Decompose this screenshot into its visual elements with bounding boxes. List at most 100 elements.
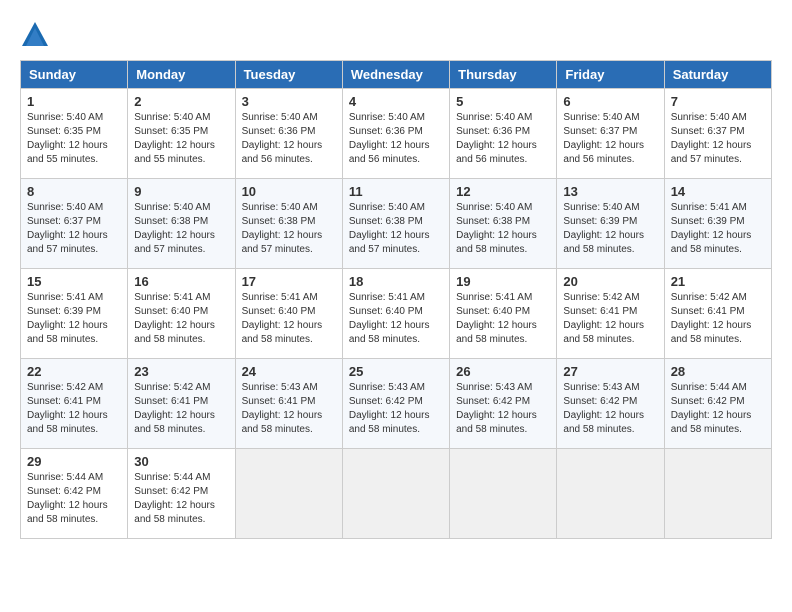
calendar-header-wednesday: Wednesday (342, 61, 449, 89)
day-number: 23 (134, 364, 228, 379)
day-details: Sunrise: 5:40 AMSunset: 6:37 PMDaylight:… (671, 112, 752, 165)
calendar-day-cell-20: 20 Sunrise: 5:42 AMSunset: 6:41 PMDayligh… (557, 269, 664, 359)
day-number: 15 (27, 274, 121, 289)
calendar-day-cell-13: 13 Sunrise: 5:40 AMSunset: 6:39 PMDayligh… (557, 179, 664, 269)
day-number: 8 (27, 184, 121, 199)
calendar-week-row-2: 8 Sunrise: 5:40 AMSunset: 6:37 PMDaylight… (21, 179, 772, 269)
day-details: Sunrise: 5:40 AMSunset: 6:39 PMDaylight:… (563, 202, 644, 255)
calendar-day-cell-25: 25Sunrise: 5:43 AMSunset: 6:42 PMDayligh… (342, 359, 449, 449)
day-details: Sunrise: 5:40 AMSunset: 6:35 PMDaylight:… (27, 112, 108, 165)
calendar-day-cell-21: 21 Sunrise: 5:42 AMSunset: 6:41 PMDayligh… (664, 269, 771, 359)
day-number: 14 (671, 184, 765, 199)
calendar-header-row: SundayMondayTuesdayWednesdayThursdayFrid… (21, 61, 772, 89)
day-details: Sunrise: 5:43 AMSunset: 6:42 PMDaylight:… (456, 382, 537, 435)
logo-icon (20, 20, 50, 50)
calendar-week-row-3: 15 Sunrise: 5:41 AMSunset: 6:39 PMDayligh… (21, 269, 772, 359)
calendar-empty-cell (557, 449, 664, 539)
calendar-day-cell-14: 14Sunrise: 5:41 AMSunset: 6:39 PMDayligh… (664, 179, 771, 269)
day-number: 27 (563, 364, 657, 379)
calendar-day-cell-15: 15 Sunrise: 5:41 AMSunset: 6:39 PMDayligh… (21, 269, 128, 359)
day-number: 18 (349, 274, 443, 289)
calendar-day-cell-2: 2 Sunrise: 5:40 AMSunset: 6:35 PMDaylight… (128, 89, 235, 179)
day-details: Sunrise: 5:43 AMSunset: 6:41 PMDaylight:… (242, 382, 323, 435)
day-number: 3 (242, 94, 336, 109)
day-number: 7 (671, 94, 765, 109)
day-number: 11 (349, 184, 443, 199)
day-details: Sunrise: 5:40 AMSunset: 6:36 PMDaylight:… (242, 112, 323, 165)
day-number: 17 (242, 274, 336, 289)
calendar-day-cell-6: 6 Sunrise: 5:40 AMSunset: 6:37 PMDaylight… (557, 89, 664, 179)
day-details: Sunrise: 5:40 AMSunset: 6:38 PMDaylight:… (349, 202, 430, 255)
day-number: 26 (456, 364, 550, 379)
day-details: Sunrise: 5:40 AMSunset: 6:38 PMDaylight:… (456, 202, 537, 255)
calendar-day-cell-16: 16Sunrise: 5:41 AMSunset: 6:40 PMDayligh… (128, 269, 235, 359)
day-details: Sunrise: 5:44 AMSunset: 6:42 PMDaylight:… (134, 472, 215, 525)
day-number: 24 (242, 364, 336, 379)
calendar-day-cell-19: 19 Sunrise: 5:41 AMSunset: 6:40 PMDayligh… (450, 269, 557, 359)
calendar-header-tuesday: Tuesday (235, 61, 342, 89)
calendar-day-cell-9: 9 Sunrise: 5:40 AMSunset: 6:38 PMDaylight… (128, 179, 235, 269)
calendar-table: SundayMondayTuesdayWednesdayThursdayFrid… (20, 60, 772, 539)
day-details: Sunrise: 5:43 AMSunset: 6:42 PMDaylight:… (563, 382, 644, 435)
day-details: Sunrise: 5:40 AMSunset: 6:36 PMDaylight:… (349, 112, 430, 165)
day-details: Sunrise: 5:44 AMSunset: 6:42 PMDaylight:… (27, 472, 108, 525)
day-details: Sunrise: 5:41 AMSunset: 6:40 PMDaylight:… (242, 292, 323, 345)
day-details: Sunrise: 5:43 AMSunset: 6:42 PMDaylight:… (349, 382, 430, 435)
day-number: 22 (27, 364, 121, 379)
day-number: 20 (563, 274, 657, 289)
day-number: 19 (456, 274, 550, 289)
calendar-day-cell-3: 3 Sunrise: 5:40 AMSunset: 6:36 PMDaylight… (235, 89, 342, 179)
day-details: Sunrise: 5:40 AMSunset: 6:38 PMDaylight:… (134, 202, 215, 255)
day-number: 28 (671, 364, 765, 379)
calendar-day-cell-8: 8 Sunrise: 5:40 AMSunset: 6:37 PMDaylight… (21, 179, 128, 269)
day-details: Sunrise: 5:41 AMSunset: 6:40 PMDaylight:… (134, 292, 215, 345)
calendar-day-cell-30: 30 Sunrise: 5:44 AMSunset: 6:42 PMDayligh… (128, 449, 235, 539)
calendar-day-cell-18: 18 Sunrise: 5:41 AMSunset: 6:40 PMDayligh… (342, 269, 449, 359)
calendar-day-cell-12: 12 Sunrise: 5:40 AMSunset: 6:38 PMDayligh… (450, 179, 557, 269)
day-details: Sunrise: 5:40 AMSunset: 6:37 PMDaylight:… (27, 202, 108, 255)
calendar-week-row-5: 29 Sunrise: 5:44 AMSunset: 6:42 PMDayligh… (21, 449, 772, 539)
calendar-header-saturday: Saturday (664, 61, 771, 89)
day-details: Sunrise: 5:40 AMSunset: 6:37 PMDaylight:… (563, 112, 644, 165)
calendar-day-cell-26: 26 Sunrise: 5:43 AMSunset: 6:42 PMDayligh… (450, 359, 557, 449)
logo (20, 20, 54, 50)
day-number: 12 (456, 184, 550, 199)
day-details: Sunrise: 5:40 AMSunset: 6:36 PMDaylight:… (456, 112, 537, 165)
day-number: 13 (563, 184, 657, 199)
calendar-header-thursday: Thursday (450, 61, 557, 89)
day-details: Sunrise: 5:40 AMSunset: 6:35 PMDaylight:… (134, 112, 215, 165)
calendar-day-cell-17: 17 Sunrise: 5:41 AMSunset: 6:40 PMDayligh… (235, 269, 342, 359)
calendar-empty-cell (450, 449, 557, 539)
calendar-week-row-1: 1 Sunrise: 5:40 AMSunset: 6:35 PMDaylight… (21, 89, 772, 179)
day-details: Sunrise: 5:41 AMSunset: 6:40 PMDaylight:… (456, 292, 537, 345)
day-details: Sunrise: 5:41 AMSunset: 6:39 PMDaylight:… (27, 292, 108, 345)
calendar-header-monday: Monday (128, 61, 235, 89)
calendar-empty-cell (235, 449, 342, 539)
day-number: 1 (27, 94, 121, 109)
day-number: 9 (134, 184, 228, 199)
calendar-day-cell-27: 27 Sunrise: 5:43 AMSunset: 6:42 PMDayligh… (557, 359, 664, 449)
day-details: Sunrise: 5:42 AMSunset: 6:41 PMDaylight:… (27, 382, 108, 435)
day-number: 29 (27, 454, 121, 469)
day-details: Sunrise: 5:42 AMSunset: 6:41 PMDaylight:… (671, 292, 752, 345)
calendar-day-cell-24: 24 Sunrise: 5:43 AMSunset: 6:41 PMDayligh… (235, 359, 342, 449)
day-number: 6 (563, 94, 657, 109)
calendar-day-cell-11: 11 Sunrise: 5:40 AMSunset: 6:38 PMDayligh… (342, 179, 449, 269)
calendar-day-cell-10: 10Sunrise: 5:40 AMSunset: 6:38 PMDayligh… (235, 179, 342, 269)
day-number: 10 (242, 184, 336, 199)
calendar-header-sunday: Sunday (21, 61, 128, 89)
calendar-header-friday: Friday (557, 61, 664, 89)
calendar-day-cell-22: 22 Sunrise: 5:42 AMSunset: 6:41 PMDayligh… (21, 359, 128, 449)
day-details: Sunrise: 5:42 AMSunset: 6:41 PMDaylight:… (563, 292, 644, 345)
calendar-day-cell-5: 5 Sunrise: 5:40 AMSunset: 6:36 PMDaylight… (450, 89, 557, 179)
calendar-day-cell-28: 28Sunrise: 5:44 AMSunset: 6:42 PMDayligh… (664, 359, 771, 449)
day-number: 30 (134, 454, 228, 469)
day-number: 4 (349, 94, 443, 109)
day-details: Sunrise: 5:41 AMSunset: 6:40 PMDaylight:… (349, 292, 430, 345)
day-number: 5 (456, 94, 550, 109)
day-number: 2 (134, 94, 228, 109)
day-number: 21 (671, 274, 765, 289)
calendar-week-row-4: 22 Sunrise: 5:42 AMSunset: 6:41 PMDayligh… (21, 359, 772, 449)
page-header (20, 20, 772, 50)
calendar-day-cell-1: 1 Sunrise: 5:40 AMSunset: 6:35 PMDaylight… (21, 89, 128, 179)
